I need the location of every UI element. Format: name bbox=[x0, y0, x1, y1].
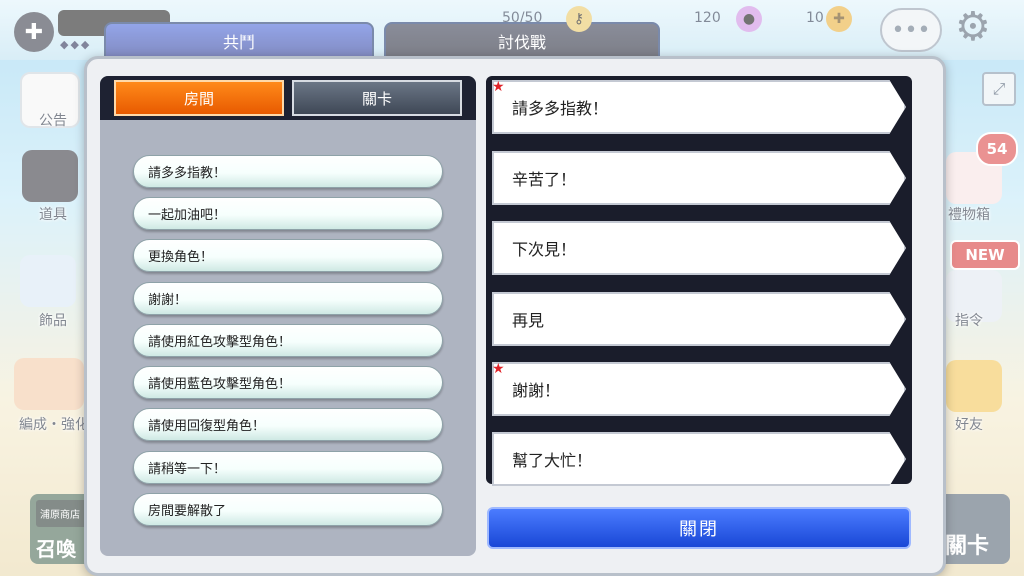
message-slot[interactable]: 謝謝！ bbox=[492, 362, 906, 416]
phrase-button[interactable]: 謝謝！ bbox=[133, 282, 443, 315]
message-slot[interactable]: 再見 bbox=[492, 292, 906, 346]
phrase-button[interactable]: 更換角色！ bbox=[133, 239, 443, 272]
favorite-star-icon: ★ bbox=[492, 79, 505, 95]
phrase-button[interactable]: 請稍等一下！ bbox=[133, 451, 443, 484]
favorite-star-icon: ★ bbox=[492, 361, 505, 377]
message-slot-panel bbox=[486, 76, 912, 484]
message-slot[interactable]: 請多多指教！ bbox=[492, 80, 906, 134]
phrase-button[interactable]: 一起加油吧！ bbox=[133, 197, 443, 230]
tab-room[interactable]: 房間 bbox=[114, 80, 284, 116]
close-button[interactable]: 關閉 bbox=[487, 507, 911, 549]
phrase-button[interactable]: 請使用回復型角色！ bbox=[133, 408, 443, 441]
message-slot[interactable]: 辛苦了！ bbox=[492, 151, 906, 205]
phrase-button[interactable]: 請使用紅色攻擊型角色！ bbox=[133, 324, 443, 357]
phrase-button[interactable]: 房間要解散了 bbox=[133, 493, 443, 526]
phrase-button[interactable]: 請多多指教！ bbox=[133, 155, 443, 188]
message-slot[interactable]: 下次見！ bbox=[492, 221, 906, 275]
tab-stage[interactable]: 關卡 bbox=[292, 80, 462, 116]
phrase-button[interactable]: 請使用藍色攻擊型角色！ bbox=[133, 366, 443, 399]
phrase-panel bbox=[100, 76, 476, 556]
message-slot[interactable]: 幫了大忙！ bbox=[492, 432, 906, 486]
